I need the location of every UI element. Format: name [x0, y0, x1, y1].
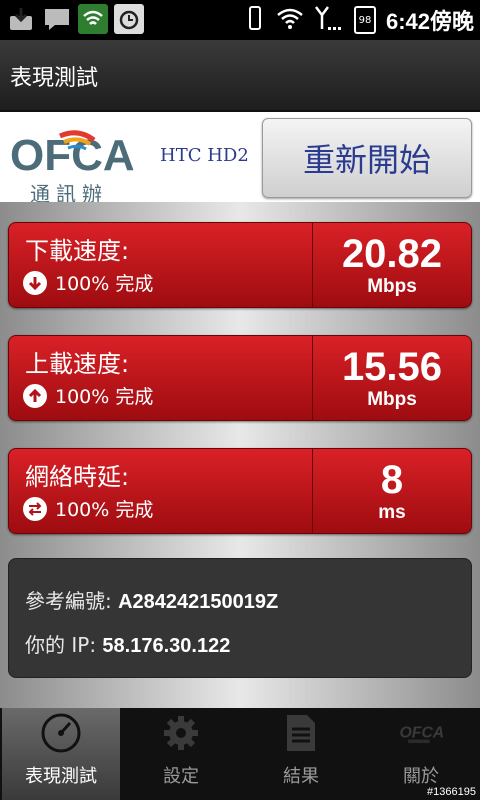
gear-icon — [158, 710, 204, 756]
tab-bar: 表現測試 設定 結果 OFCA 關於 #1366195 — [0, 708, 480, 800]
tab-label: 設定 — [163, 766, 199, 787]
download-icon — [6, 4, 36, 34]
reference-label: 參考編號: — [25, 589, 112, 613]
tab-label: 結果 — [283, 766, 319, 787]
wifi-icon — [276, 6, 304, 34]
upload-value: 15.56 — [341, 345, 443, 389]
download-unit: Mbps — [367, 276, 417, 297]
reference-value: A284242150019Z — [118, 591, 279, 613]
latency-value: 8 — [380, 458, 404, 502]
message-icon — [42, 4, 72, 34]
tab-label: 關於 — [403, 766, 439, 787]
download-progress: 100% 完成 — [23, 269, 153, 296]
watermark: #1366195 — [427, 786, 476, 798]
tab-performance-test[interactable]: 表現測試 — [2, 708, 120, 800]
alarm-icon — [114, 4, 144, 34]
battery-level: 98 — [358, 14, 372, 26]
ofca-logo: OFCA 通訊辦 — [8, 124, 148, 206]
upload-progress: 100% 完成 — [23, 382, 153, 409]
page-title: 表現測試 — [10, 66, 99, 91]
download-value: 20.82 — [341, 232, 443, 276]
download-label: 下載速度: — [25, 237, 130, 265]
upload-progress-text: 100% 完成 — [55, 386, 154, 408]
tab-settings[interactable]: 設定 — [122, 708, 240, 800]
upload-label: 上載速度: — [25, 350, 130, 378]
latency-progress: 100% 完成 — [23, 495, 153, 522]
clock: 6:42傍晚 — [385, 9, 474, 34]
ofca-logo-icon: OFCA — [398, 710, 444, 756]
latency-card: 網絡時延: 100% 完成 8 ms — [8, 448, 472, 534]
restart-button[interactable]: 重新開始 — [262, 118, 472, 198]
title-bar: 表現測試 — [0, 40, 480, 112]
upload-card: 上載速度: 100% 完成 15.56 Mbps — [8, 335, 472, 421]
latency-label: 網絡時延: — [25, 463, 130, 491]
swap-arrows-icon — [23, 496, 47, 521]
signal-icon — [314, 5, 344, 35]
latency-unit: ms — [378, 502, 406, 523]
ip-label: 你的 IP: — [25, 633, 97, 657]
info-box: 參考編號: A284242150019Z 你的 IP: 58.176.30.12… — [8, 558, 472, 678]
download-progress-text: 100% 完成 — [55, 273, 154, 295]
header: OFCA 通訊辦 HTC HD2 重新開始 — [0, 112, 480, 206]
svg-text:OFCA: OFCA — [399, 724, 444, 741]
latency-progress-text: 100% 完成 — [55, 499, 154, 521]
speedometer-icon — [38, 710, 84, 756]
download-card: 下載速度: 100% 完成 20.82 Mbps — [8, 222, 472, 308]
arrow-down-icon — [23, 270, 47, 295]
ip-value: 58.176.30.122 — [102, 635, 231, 657]
upload-unit: Mbps — [367, 389, 417, 410]
battery-icon: 98 — [353, 6, 376, 34]
document-icon — [278, 710, 324, 756]
tab-label: 表現測試 — [25, 766, 97, 787]
status-bar: 98 6:42傍晚 — [0, 0, 480, 40]
arrow-up-icon — [23, 383, 47, 408]
results-panel: 下載速度: 100% 完成 20.82 Mbps 上載速度: 100% 完成 1… — [0, 202, 480, 708]
shield-icon — [78, 4, 108, 34]
device-model: HTC HD2 — [160, 145, 249, 166]
vibrate-icon — [244, 5, 266, 35]
tab-results[interactable]: 結果 — [242, 708, 360, 800]
